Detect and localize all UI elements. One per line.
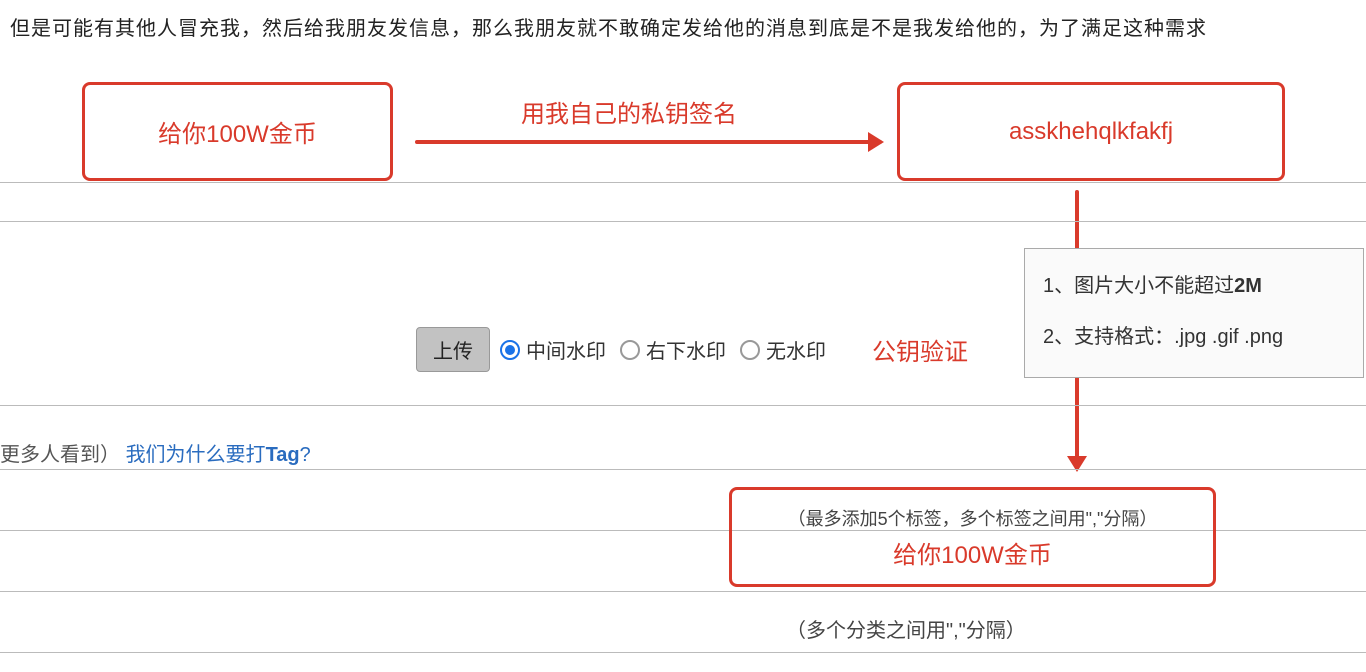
message-original-box: 给你100W金币 <box>82 82 393 181</box>
intro-paragraph: 但是可能有其他人冒充我，然后给我朋友发信息，那么我朋友就不敢确定发给他的消息到底… <box>10 12 1207 41</box>
radio-circle-icon <box>500 340 520 360</box>
arrow-horizontal-icon <box>415 140 882 144</box>
tag-link-suffix: ? <box>300 444 311 466</box>
divider-line <box>0 652 1366 653</box>
info-line1-bold: 2M <box>1234 275 1262 297</box>
radio-dot-icon <box>505 345 515 355</box>
upload-controls: 上传 中间水印 右下水印 无水印 <box>416 327 826 372</box>
arrow-sign-label: 用我自己的私钥签名 <box>521 94 737 129</box>
radio-no-watermark[interactable]: 无水印 <box>740 335 826 364</box>
divider-line <box>0 405 1366 406</box>
radio-bottomright-watermark[interactable]: 右下水印 <box>620 335 726 364</box>
radio-circle-icon <box>740 340 760 360</box>
info-line-1: 1、图片大小不能超过2M <box>1043 269 1345 298</box>
tag-link-prefix: 我们为什么要打 <box>126 444 266 466</box>
arrow-verify-label: 公钥验证 <box>872 332 968 367</box>
signature-text: asskhehqlkfakfj <box>1009 118 1173 146</box>
watermark-radio-group: 中间水印 右下水印 无水印 <box>500 335 826 364</box>
category-hint-text: （多个分类之间用","分隔） <box>786 614 1026 643</box>
radio-label: 中间水印 <box>526 335 606 364</box>
divider-line <box>0 182 1366 183</box>
upload-info-box: 1、图片大小不能超过2M 2、支持格式：.jpg .gif .png <box>1024 248 1364 378</box>
radio-label: 无水印 <box>766 335 826 364</box>
divider-line <box>0 221 1366 222</box>
tag-prefix: 更多人看到） <box>0 444 120 466</box>
message-original-text: 给你100W金币 <box>158 114 317 149</box>
radio-label: 右下水印 <box>646 335 726 364</box>
tag-help-link[interactable]: 我们为什么要打Tag? <box>126 444 311 466</box>
signature-box: asskhehqlkfakfj <box>897 82 1285 181</box>
tag-link-bold: Tag <box>266 444 300 466</box>
radio-center-watermark[interactable]: 中间水印 <box>500 335 606 364</box>
verified-message-text: 给你100W金币 <box>893 535 1052 570</box>
radio-circle-icon <box>620 340 640 360</box>
info-line-2: 2、支持格式：.jpg .gif .png <box>1043 320 1345 349</box>
divider-line <box>0 469 1366 470</box>
tag-limit-hint: （最多添加5个标签，多个标签之间用","分隔） <box>788 505 1158 531</box>
upload-button[interactable]: 上传 <box>416 327 490 372</box>
tag-section-text: 更多人看到） 我们为什么要打Tag? <box>0 438 311 467</box>
info-line1-prefix: 1、图片大小不能超过 <box>1043 275 1234 297</box>
divider-line <box>0 591 1366 592</box>
verified-message-box: （最多添加5个标签，多个标签之间用","分隔） 给你100W金币 <box>729 487 1216 587</box>
